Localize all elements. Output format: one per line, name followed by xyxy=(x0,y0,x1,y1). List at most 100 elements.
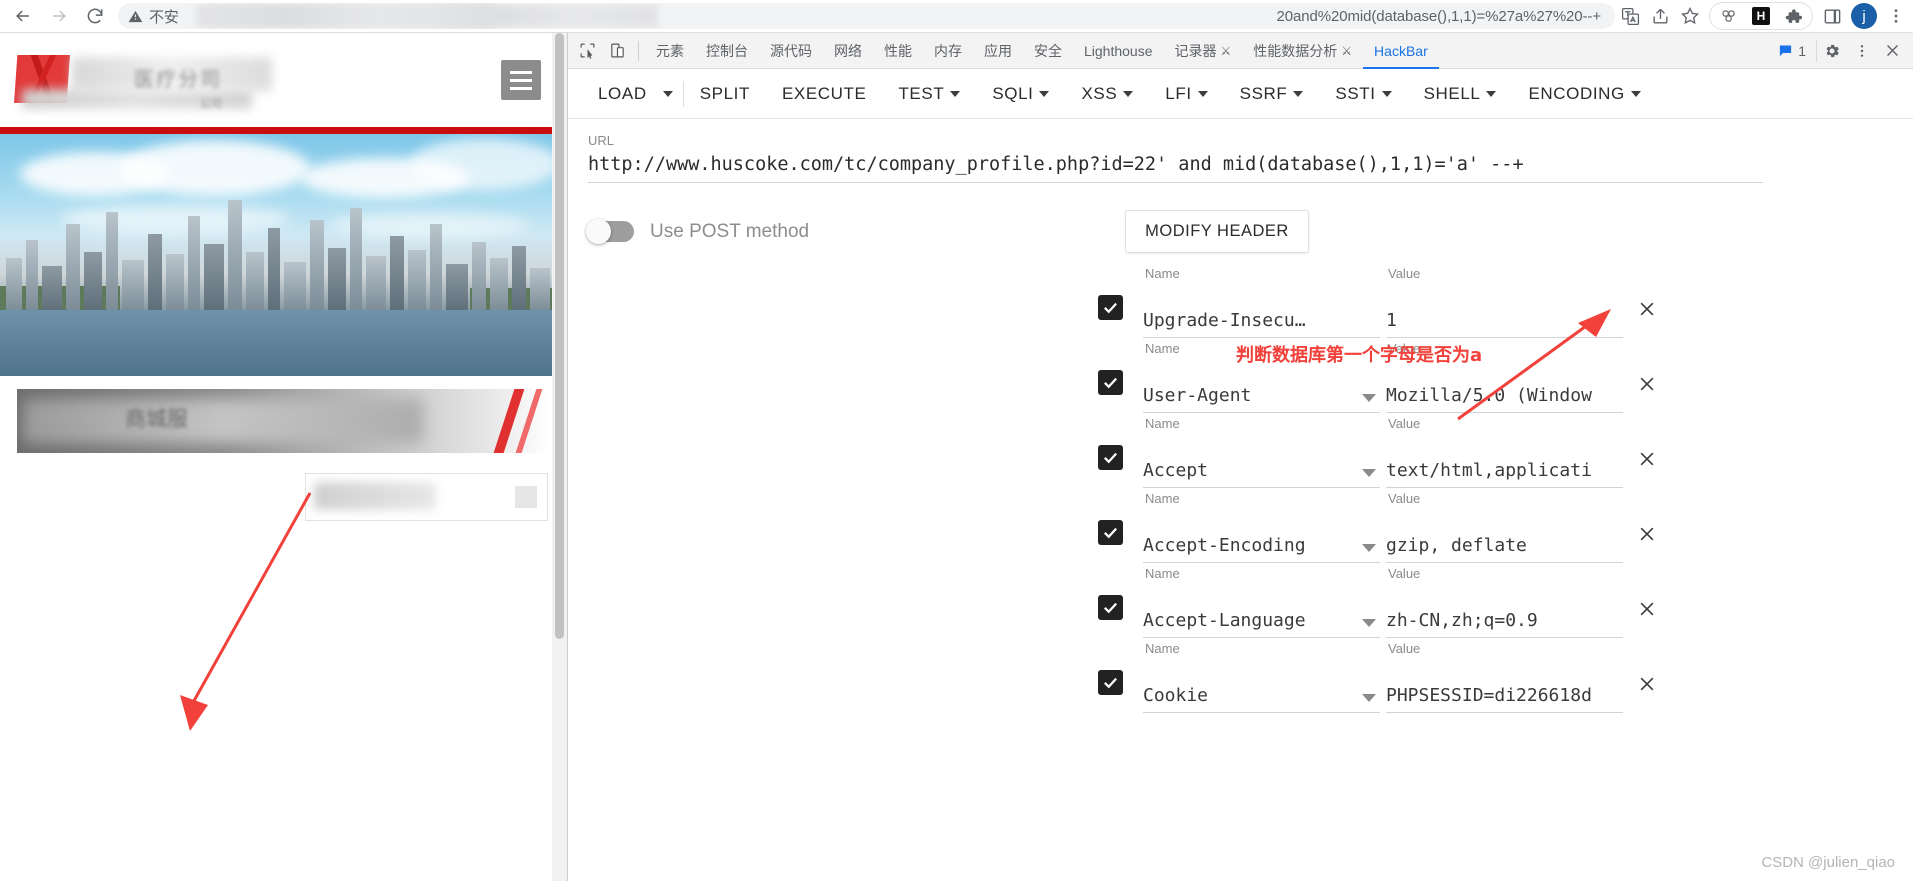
content-card[interactable] xyxy=(305,473,548,521)
page-scrollbar[interactable] xyxy=(552,33,567,881)
hackbar-encoding-button[interactable]: ENCODING xyxy=(1512,72,1656,116)
share-icon[interactable] xyxy=(1645,2,1675,30)
bookmark-star-icon[interactable] xyxy=(1675,2,1705,30)
translate-icon[interactable] xyxy=(1615,2,1645,30)
tab-performance[interactable]: 性能 xyxy=(873,33,923,69)
header-name-field[interactable]: Name Accept-Encoding xyxy=(1143,491,1380,563)
header-value-field[interactable]: Value text/html,applicati xyxy=(1386,416,1623,488)
message-square-icon xyxy=(1780,45,1792,57)
chevron-down-icon[interactable] xyxy=(1362,694,1376,702)
hero-banner-image xyxy=(0,134,567,376)
tab-network[interactable]: 网络 xyxy=(823,33,873,69)
header-value-field[interactable]: Value zh-CN,zh;q=0.9 xyxy=(1386,566,1623,638)
header-enabled-checkbox[interactable] xyxy=(1098,520,1123,545)
header-name-text: Accept xyxy=(1143,460,1209,481)
header-value-value: PHPSESSID=di226618d xyxy=(1386,685,1623,713)
hackbar-execute-button[interactable]: EXECUTE xyxy=(766,72,883,116)
side-panel-icon[interactable] xyxy=(1817,2,1847,30)
tab-recorder[interactable]: 记录器 ⚔ xyxy=(1164,33,1243,69)
header-name-value: Accept xyxy=(1143,460,1380,488)
tab-lighthouse[interactable]: Lighthouse xyxy=(1073,33,1164,69)
forward-icon[interactable] xyxy=(42,1,76,31)
button-label: SHELL xyxy=(1423,83,1481,103)
header-enabled-checkbox[interactable] xyxy=(1098,670,1123,695)
page-scrollbar-thumb[interactable] xyxy=(555,33,564,639)
inspect-element-icon[interactable] xyxy=(572,36,602,66)
chevron-down-icon xyxy=(1197,90,1208,97)
tab-performance-insights[interactable]: 性能数据分析 ⚔ xyxy=(1242,33,1363,69)
value-caption: Value xyxy=(1388,491,1421,506)
address-bar[interactable]: 不安 20and%20mid(database(),1,1)=%27a%27%2… xyxy=(118,3,1615,29)
reload-icon[interactable] xyxy=(78,1,112,31)
site-logo[interactable]: 医疗分司 公司 xyxy=(14,49,324,111)
delete-header-icon[interactable] xyxy=(1637,374,1657,399)
header-name-field[interactable]: Name Accept-Language xyxy=(1143,566,1380,638)
header-name-field[interactable]: Name Accept xyxy=(1143,416,1380,488)
extensions-puzzle-icon[interactable] xyxy=(1778,2,1808,30)
modify-header-button[interactable]: MODIFY HEADER xyxy=(1125,210,1309,253)
hackbar-load-caret[interactable] xyxy=(662,72,683,116)
tab-console[interactable]: 控制台 xyxy=(695,33,759,69)
device-toolbar-icon[interactable] xyxy=(602,36,632,66)
gear-icon[interactable] xyxy=(1817,36,1847,66)
tab-label: 网络 xyxy=(834,42,862,59)
hamburger-menu-icon[interactable] xyxy=(501,60,541,100)
value-caption: Value xyxy=(1388,641,1421,656)
header-name-field[interactable]: Name User-Agent xyxy=(1143,341,1380,413)
hackbar-ssrf-button[interactable]: SSRF xyxy=(1224,72,1320,116)
devtools-close-icon[interactable] xyxy=(1877,36,1907,66)
use-post-method-toggle[interactable] xyxy=(586,219,634,244)
hackbar-xss-button[interactable]: XSS xyxy=(1065,72,1149,116)
header-enabled-checkbox[interactable] xyxy=(1098,445,1123,470)
hackbar-lfi-button[interactable]: LFI xyxy=(1149,72,1223,116)
redacted-banner-text xyxy=(23,399,423,443)
chevron-down-icon[interactable] xyxy=(1362,394,1376,402)
delete-header-icon[interactable] xyxy=(1637,449,1657,474)
message-count-badge[interactable]: 1 xyxy=(1768,39,1817,62)
header-name-field[interactable]: Name Upgrade-Insecu… xyxy=(1143,266,1380,338)
tab-elements[interactable]: 元素 xyxy=(645,33,695,69)
delete-header-icon[interactable] xyxy=(1637,599,1657,624)
delete-header-icon[interactable] xyxy=(1637,299,1657,324)
hackbar-test-button[interactable]: TEST xyxy=(882,72,976,116)
extension-h-icon[interactable]: H xyxy=(1746,2,1776,30)
tab-sources[interactable]: 源代码 xyxy=(759,33,823,69)
back-icon[interactable] xyxy=(6,1,40,31)
header-row: Name Upgrade-Insecu… Value 1 xyxy=(1098,263,1658,338)
hackbar-ssti-button[interactable]: SSTI xyxy=(1319,72,1407,116)
devtools-more-icon[interactable] xyxy=(1847,36,1877,66)
delete-header-icon[interactable] xyxy=(1637,674,1657,699)
chevron-down-icon[interactable] xyxy=(1362,469,1376,477)
header-enabled-checkbox[interactable] xyxy=(1098,595,1123,620)
chevron-down-icon[interactable] xyxy=(1362,544,1376,552)
url-field-label: URL xyxy=(588,133,615,148)
header-enabled-checkbox[interactable] xyxy=(1098,295,1123,320)
header-name-field[interactable]: Name Cookie xyxy=(1143,641,1380,713)
tab-application[interactable]: 应用 xyxy=(973,33,1023,69)
url-input[interactable]: http://www.huscoke.com/tc/company_profil… xyxy=(588,154,1763,183)
header-value-field[interactable]: Value PHPSESSID=di226618d xyxy=(1386,641,1623,713)
hackbar-load-button[interactable]: LOAD xyxy=(582,72,663,116)
secondary-banner: 商城服 xyxy=(17,389,550,453)
header-name-value: Cookie xyxy=(1143,685,1380,713)
browser-menu-icon[interactable] xyxy=(1881,2,1911,30)
tab-security[interactable]: 安全 xyxy=(1023,33,1073,69)
hackbar-sqli-button[interactable]: SQLI xyxy=(976,72,1065,116)
not-secure-indicator[interactable]: 不安 xyxy=(118,6,179,27)
header-value-field[interactable]: Value 1 xyxy=(1386,266,1623,338)
post-method-row: Use POST method MODIFY HEADER xyxy=(586,210,1893,253)
tab-memory[interactable]: 内存 xyxy=(923,33,973,69)
tab-hackbar[interactable]: HackBar xyxy=(1363,33,1439,69)
header-value-field[interactable]: Value Mozilla/5.0 (Window xyxy=(1386,341,1623,413)
button-label: SSTI xyxy=(1335,83,1376,103)
extension-hackbar-icon[interactable] xyxy=(1714,2,1744,30)
header-value-field[interactable]: Value gzip, deflate xyxy=(1386,491,1623,563)
button-label: LOAD xyxy=(598,83,647,103)
chevron-down-icon[interactable] xyxy=(1362,619,1376,627)
header-enabled-checkbox[interactable] xyxy=(1098,370,1123,395)
delete-header-icon[interactable] xyxy=(1637,524,1657,549)
hackbar-split-button[interactable]: SPLIT xyxy=(684,72,766,116)
chevron-down-icon xyxy=(1293,90,1304,97)
hackbar-shell-button[interactable]: SHELL xyxy=(1408,72,1513,116)
avatar[interactable]: j xyxy=(1851,3,1877,29)
